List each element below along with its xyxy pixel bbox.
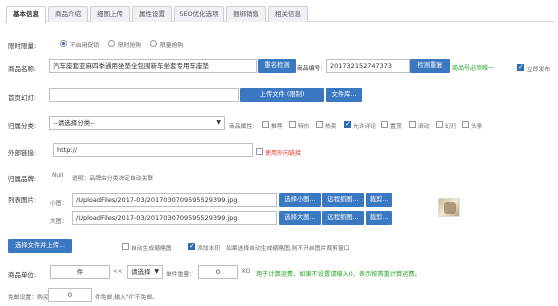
weight-input[interactable]: 0	[198, 265, 238, 279]
radio-no-promo[interactable]	[60, 40, 67, 47]
chevron-down-icon: ▼	[154, 268, 159, 275]
attr-scroll-checkbox[interactable]	[409, 121, 416, 128]
product-attr-label: 商品属性:	[229, 124, 255, 130]
list-images-label: 列表图片:	[8, 196, 37, 204]
watermark-label: 添加水印	[197, 246, 221, 252]
product-code-label: 商品编号:	[297, 66, 323, 72]
big-image-label: 大图：	[50, 219, 68, 225]
tab-product-intro[interactable]: 商品介绍	[48, 6, 88, 22]
product-name-input[interactable]: 汽车座套亚麻四季通用坐垫全包围新车坐套专用车座垫	[49, 59, 257, 73]
category-select[interactable]: --请选择分类-- ▼	[49, 116, 225, 130]
attr-slide-label: 幻灯	[445, 124, 457, 130]
product-name-label: 商品名称:	[8, 65, 37, 73]
brand-note: 说明：品牌由分类决定自动关联	[72, 176, 154, 182]
select-big-image-button[interactable]: 选择大图...	[279, 211, 321, 225]
radio-qty-limit[interactable]	[150, 40, 157, 47]
use-external-link-label: 使用外向链接	[265, 150, 302, 157]
radio-qty-limit-label: 限量抢购	[160, 43, 184, 49]
attr-headline-checkbox[interactable]	[462, 121, 469, 128]
free-shipping-input[interactable]: 0	[48, 288, 92, 302]
remote-fetch-big-button[interactable]: 远程抓图...	[322, 211, 364, 225]
attr-allow-comment-checkbox[interactable]	[344, 120, 351, 128]
banner-upload-button[interactable]: 上传文件 (限制)	[240, 88, 324, 102]
watermark-checkbox[interactable]	[188, 242, 195, 250]
brand-label: 归属品牌:	[8, 175, 37, 183]
weight-label: 单件重量：	[166, 272, 195, 278]
brand-value: Null	[52, 173, 64, 179]
use-external-link-checkbox[interactable]	[256, 148, 263, 155]
category-label: 归属分类:	[8, 122, 37, 130]
code-unique-note: 商品号必须唯一	[452, 65, 495, 72]
publish-now-checkbox[interactable]	[517, 63, 524, 71]
weight-note: 用于计算运费，如果不设置请输入0，表示按首重计算运费。	[256, 271, 421, 278]
name-check-button[interactable]: 重名检测	[258, 59, 296, 73]
attr-special-label: 特价	[298, 124, 310, 130]
external-link-input[interactable]: http://	[53, 143, 253, 157]
attr-special-checkbox[interactable]	[289, 121, 296, 128]
auto-thumbnail-checkbox[interactable]	[122, 243, 129, 250]
attr-headline-label: 头条	[471, 124, 483, 130]
radio-time-limit-label: 限时抢购	[118, 43, 142, 49]
external-link-label: 外部链接:	[8, 149, 37, 157]
big-image-input[interactable]: /UploadFiles/2017-03/2017030709595529399…	[72, 211, 277, 225]
tab-bundle[interactable]: 捆绑销售	[226, 6, 266, 22]
tab-bar: 基本信息 商品介绍 细图上传 属性设置 SEO优化选项 捆绑销售 相关信息	[4, 4, 554, 23]
attr-recommend-checkbox[interactable]	[262, 121, 269, 128]
unit-label: 商品单位:	[8, 271, 37, 279]
upload-note: 如果选择自动生成缩略图,则不开启图片裁剪窗口	[226, 246, 350, 252]
remote-fetch-small-button[interactable]: 远程抓图...	[322, 193, 364, 207]
attr-scroll-label: 滚动	[418, 124, 430, 130]
radio-time-limit[interactable]	[108, 40, 115, 47]
product-code-input[interactable]: 201732152747373	[326, 59, 410, 73]
tab-basic-info[interactable]: 基本信息	[6, 6, 46, 23]
crop-small-button[interactable]: 裁剪...	[366, 193, 392, 207]
auto-thumbnail-label: 自动生成缩略图	[131, 246, 172, 252]
unit-select-value: 请选择	[131, 268, 151, 276]
small-image-input[interactable]: /UploadFiles/2017-03/2017030709595529399…	[72, 193, 277, 207]
attr-top-label: 置顶	[390, 124, 402, 130]
attr-allow-comment-label: 允许评论	[353, 124, 377, 130]
limit-label: 限时限量:	[8, 42, 37, 50]
attr-top-checkbox[interactable]	[381, 121, 388, 128]
banner-label: 首页幻灯:	[8, 94, 37, 102]
weight-unit: KG	[242, 269, 251, 275]
double-arrow-icon: <<	[113, 269, 123, 275]
banner-file-library-button[interactable]: 文件库...	[326, 88, 362, 102]
free-shipping-note: 件免邮,输入"0"不免邮。	[95, 295, 159, 301]
small-image-label: 小图：	[50, 201, 68, 207]
tab-seo[interactable]: SEO优化选项	[174, 6, 224, 22]
free-shipping-label: 免邮设置：购买	[8, 295, 49, 301]
code-check-button[interactable]: 检测重复	[410, 59, 450, 73]
tab-detail-upload[interactable]: 细图上传	[90, 6, 130, 22]
select-small-image-button[interactable]: 选择小图...	[279, 193, 321, 207]
tab-attributes[interactable]: 属性设置	[132, 6, 172, 22]
chevron-down-icon: ▼	[216, 119, 221, 126]
product-thumbnail-image	[438, 198, 460, 217]
unit-select[interactable]: 请选择 ▼	[127, 265, 163, 279]
crop-big-button[interactable]: 裁剪...	[366, 211, 392, 225]
publish-now-label: 立即发布	[527, 67, 551, 73]
tab-related[interactable]: 相关信息	[268, 6, 308, 22]
banner-input[interactable]	[49, 88, 239, 102]
category-select-value: --请选择分类--	[53, 119, 95, 127]
attr-hot-label: 热卖	[325, 124, 337, 130]
attr-hot-checkbox[interactable]	[316, 121, 323, 128]
attr-slide-checkbox[interactable]	[436, 121, 443, 128]
select-and-upload-button[interactable]: 选择文件并上传...	[8, 239, 72, 253]
unit-input[interactable]: 件	[50, 265, 110, 279]
radio-no-promo-label: 不启用促销	[70, 43, 99, 49]
attr-recommend-label: 推荐	[271, 124, 283, 130]
